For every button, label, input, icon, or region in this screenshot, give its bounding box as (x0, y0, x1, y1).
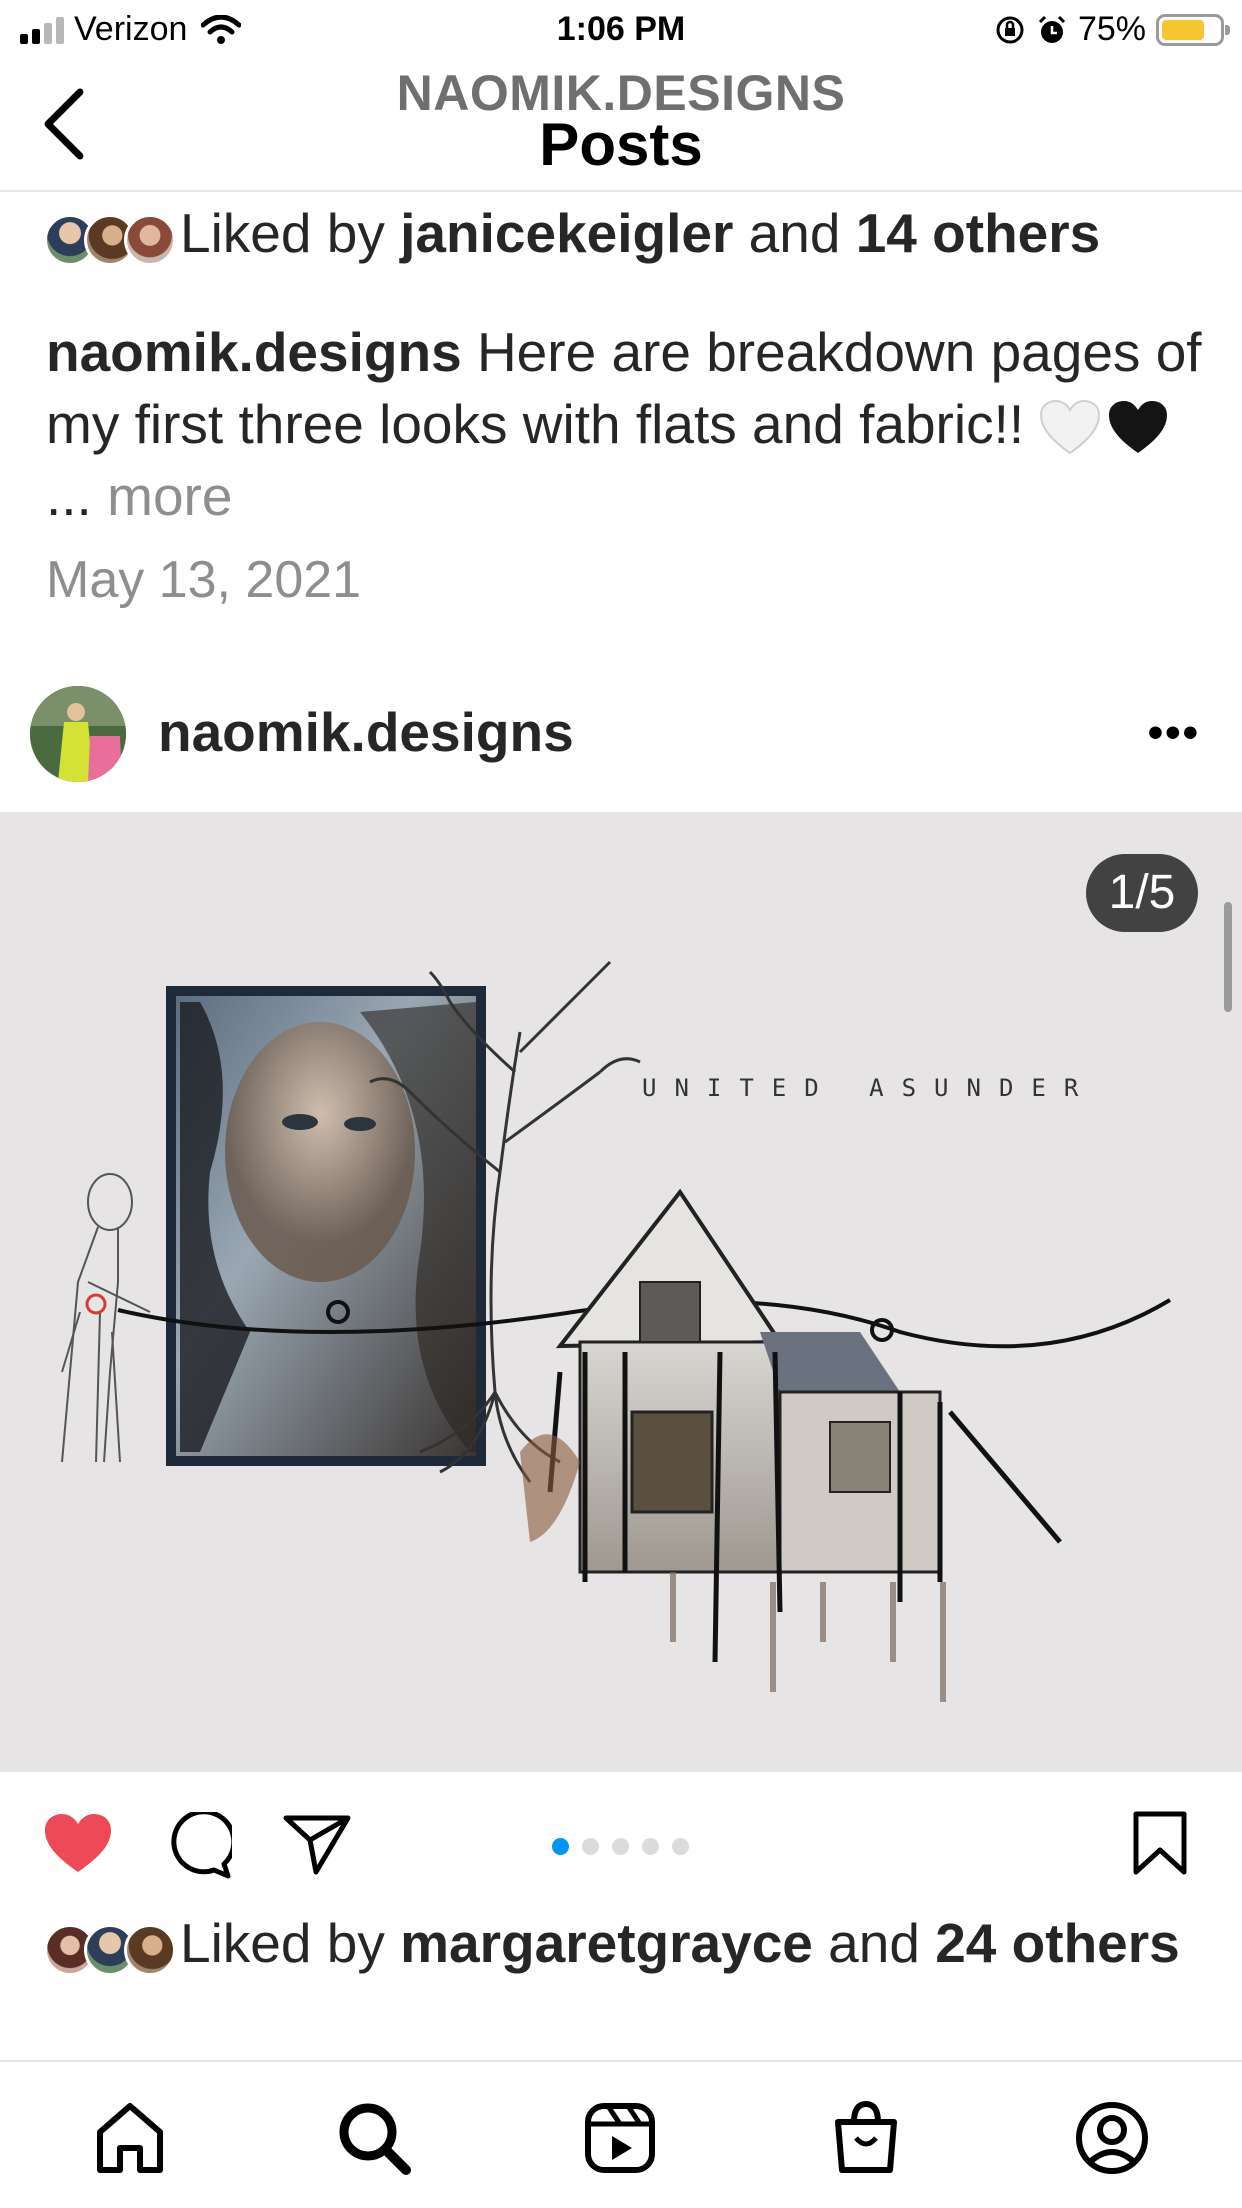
avatar (124, 214, 176, 266)
post-username[interactable]: naomik.designs (158, 700, 574, 764)
white-heart-emoji-icon (1040, 400, 1101, 455)
status-bar: Verizon 1:06 PM 75% (0, 0, 1242, 62)
orientation-lock-icon (996, 16, 1024, 43)
likes-summary: Liked by margaretgrayce and 24 others (180, 1908, 1180, 1978)
liker-avatars (44, 1924, 180, 1980)
post-date: May 13, 2021 (46, 551, 362, 609)
caption-ellipsis: ... (46, 465, 108, 527)
post-likes[interactable]: Liked by margaretgrayce and 24 others (44, 1912, 1180, 1980)
post-caption: naomik.designs Here are breakdown pages … (46, 316, 1206, 532)
carousel-dot[interactable] (552, 1838, 569, 1855)
carousel-dot[interactable] (582, 1838, 599, 1855)
carousel-page-counter: 1/5 (1086, 854, 1198, 932)
post-header: naomik.designs ••• (0, 672, 1242, 812)
status-right: 75% (994, 10, 1230, 49)
likes-prefix: Liked by (180, 202, 401, 264)
comment-icon[interactable] (164, 1812, 232, 1880)
battery-fill (1162, 19, 1204, 40)
post-actions (0, 1772, 1242, 1922)
carousel-dot[interactable] (672, 1838, 689, 1855)
post-image[interactable]: UNITED ASUNDER 1/5 (0, 812, 1242, 1772)
reels-icon[interactable] (580, 2098, 660, 2178)
likes-summary: Liked by janicekeigler and 14 others (180, 198, 1180, 268)
home-icon[interactable] (90, 2098, 170, 2178)
artwork-illustration (61, 960, 1172, 1702)
artwork-title: UNITED ASUNDER (642, 1074, 1097, 1102)
liker-avatars (44, 214, 180, 270)
alarm-icon (1038, 15, 1065, 43)
share-icon[interactable] (282, 1812, 352, 1876)
likes-join: and (812, 1912, 936, 1974)
avatar (124, 1924, 176, 1976)
profile-icon[interactable] (1072, 2098, 1152, 2178)
carousel-dots[interactable] (552, 1838, 689, 1855)
liked-by-username[interactable]: margaretgrayce (400, 1912, 813, 1974)
scrollbar[interactable] (1224, 902, 1232, 1012)
carousel-dot[interactable] (612, 1838, 629, 1855)
search-icon[interactable] (334, 2098, 414, 2178)
liked-by-username[interactable]: janicekeigler (400, 202, 733, 264)
page-header: NAOMIK.DESIGNS Posts (0, 62, 1242, 192)
black-heart-emoji-icon (1109, 401, 1168, 454)
bottom-nav (0, 2060, 1242, 2208)
shop-icon[interactable] (826, 2098, 906, 2178)
caption-more-link[interactable]: more (107, 465, 232, 527)
battery-icon (1156, 13, 1230, 46)
page-title: Posts (539, 111, 703, 178)
likes-join: and (733, 202, 856, 264)
likes-count[interactable]: 14 others (856, 202, 1101, 264)
more-options-icon[interactable]: ••• (1148, 708, 1200, 758)
caption-username[interactable]: naomik.designs (46, 321, 462, 383)
battery-percent: 75% (1077, 10, 1146, 48)
heart-icon[interactable] (42, 1812, 114, 1876)
bookmark-icon[interactable] (1130, 1810, 1190, 1878)
prev-post-likes[interactable]: Liked by janicekeigler and 14 others (44, 202, 1180, 270)
likes-count[interactable]: 24 others (935, 1912, 1180, 1974)
carousel-dot[interactable] (642, 1838, 659, 1855)
post-author-avatar[interactable] (30, 686, 126, 782)
avatar-photo (30, 686, 126, 782)
likes-prefix: Liked by (180, 1912, 401, 1974)
